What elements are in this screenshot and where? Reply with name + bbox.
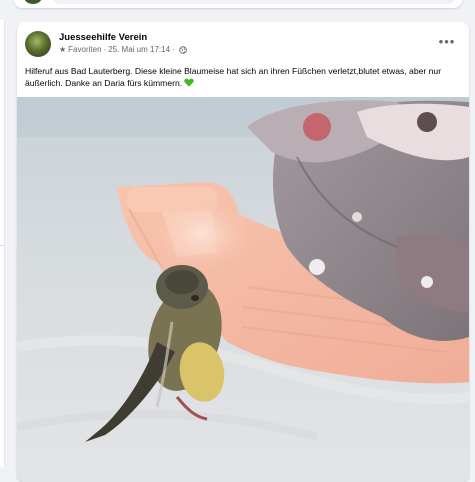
post-text: Hilferuf aus Bad Lauterberg. Diese klein… — [25, 65, 463, 89]
post-photo[interactable] — [17, 97, 469, 482]
star-icon: ★ — [59, 45, 67, 54]
post-author[interactable]: Juesseehilfe Verein — [59, 32, 147, 43]
meta-separator: · — [103, 45, 107, 54]
left-column-edge-lower — [0, 245, 4, 467]
composer-input-edge[interactable] — [52, 0, 456, 4]
meta-separator-2: · — [172, 45, 175, 54]
photo-bluetit-on-hot-water-bottle — [17, 97, 469, 482]
green-heart-icon — [184, 78, 194, 87]
post-timestamp[interactable]: 25. Mai um 17:14 — [108, 45, 170, 54]
post-card: Juesseehilfe Verein ★ Favoriten · 25. Ma… — [17, 22, 469, 482]
post-body-text: Hilferuf aus Bad Lauterberg. Diese klein… — [25, 66, 442, 88]
globe-icon[interactable] — [178, 45, 187, 54]
more-options-icon[interactable]: ••• — [437, 34, 457, 48]
author-avatar[interactable] — [25, 31, 51, 57]
post-meta: ★ Favoriten · 25. Mai um 17:14 · — [59, 45, 187, 54]
favorites-label[interactable]: Favoriten — [68, 45, 101, 54]
